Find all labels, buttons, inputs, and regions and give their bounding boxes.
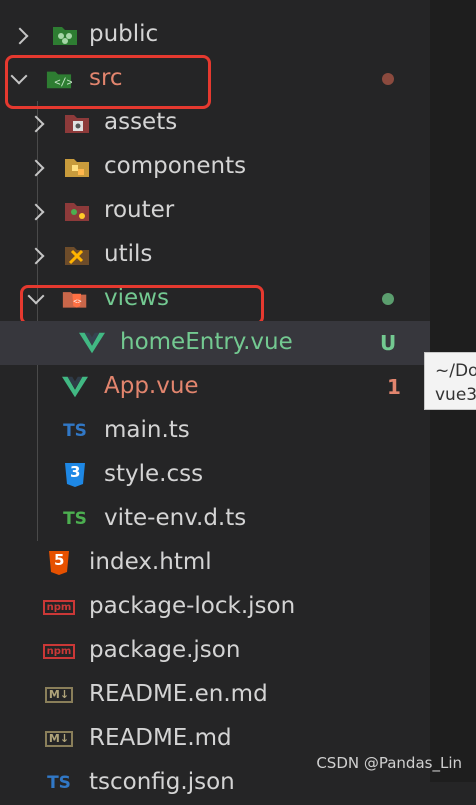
folder-assets-icon: [64, 110, 90, 136]
typescript-def-file-icon: TS: [63, 509, 87, 529]
tree-item-folder-router[interactable]: router: [0, 189, 430, 233]
markdown-file-icon: M↓: [44, 682, 74, 708]
modified-dot: [382, 73, 394, 85]
chevron-right-icon: [27, 159, 45, 177]
tree-item-label: tsconfig.json: [89, 769, 235, 795]
tree-item-file-homeentry-vue[interactable]: homeEntry.vue U: [0, 321, 430, 365]
tree-item-label: README.en.md: [89, 681, 268, 707]
tree-item-label: public: [89, 21, 159, 47]
tree-item-label: utils: [104, 241, 153, 267]
folder-router-icon: [64, 198, 90, 224]
tree-item-file-main-ts[interactable]: TS main.ts: [0, 409, 430, 453]
html-icon-glyph: 5: [54, 551, 65, 569]
tree-item-label: package-lock.json: [89, 593, 296, 619]
tree-item-label: package.json: [89, 637, 241, 663]
tree-item-label: components: [104, 153, 247, 179]
tree-item-file-package-json[interactable]: npm package.json: [0, 629, 430, 673]
tooltip-line: vue3: [435, 385, 476, 405]
tree-item-label: homeEntry.vue: [120, 329, 293, 355]
folder-components-icon: [64, 154, 90, 180]
markdown-file-icon: M↓: [44, 726, 74, 752]
git-status-badge: U: [380, 331, 397, 355]
tree-item-label: App.vue: [104, 373, 199, 399]
tree-item-folder-utils[interactable]: utils: [0, 233, 430, 277]
tree-item-label: main.ts: [104, 417, 190, 443]
tree-item-file-vite-env-d-ts[interactable]: TS vite-env.d.ts: [0, 497, 430, 541]
chevron-right-icon: [11, 27, 29, 45]
tooltip-line: ~/Do: [435, 361, 476, 381]
chevron-right-icon: [27, 203, 45, 221]
typescript-file-icon: TS: [63, 421, 87, 441]
npm-icon-text: npm: [42, 599, 76, 615]
tree-item-file-index-html[interactable]: index.html: [0, 541, 430, 585]
tree-item-file-style-css[interactable]: style.css: [0, 453, 430, 497]
tree-item-folder-assets[interactable]: assets: [0, 101, 430, 145]
tree-item-label: vite-env.d.ts: [104, 505, 247, 531]
tree-item-file-package-lock-json[interactable]: npm package-lock.json: [0, 585, 430, 629]
tree-item-label: README.md: [89, 725, 232, 751]
css-icon-glyph: 3: [70, 463, 81, 481]
watermark: CSDN @Pandas_Lin: [316, 754, 462, 772]
highlight-box-views: [20, 285, 264, 325]
vue-file-icon: [62, 374, 88, 400]
tree-item-label: style.css: [104, 461, 204, 487]
npm-icon-text: npm: [42, 643, 76, 659]
tree-item-file-app-vue[interactable]: App.vue 1: [0, 365, 430, 409]
typescript-config-icon: TS: [47, 773, 71, 793]
untracked-dot: [382, 293, 394, 305]
npm-file-icon: npm: [42, 594, 76, 620]
folder-public-icon: [52, 22, 78, 48]
path-tooltip: ~/Do vue3: [424, 352, 476, 410]
markdown-icon-text: M↓: [44, 731, 74, 747]
tree-item-folder-public[interactable]: public: [0, 13, 430, 57]
chevron-right-icon: [27, 247, 45, 265]
tree-item-label: router: [104, 197, 175, 223]
chevron-right-icon: [27, 115, 45, 133]
problem-count-badge: 1: [387, 375, 401, 399]
npm-file-icon: npm: [42, 638, 76, 664]
markdown-icon-text: M↓: [44, 687, 74, 703]
tree-item-label: index.html: [89, 549, 212, 575]
vue-file-icon: [79, 330, 105, 356]
tree-item-file-readme-en-md[interactable]: M↓ README.en.md: [0, 673, 430, 717]
tree-item-label: assets: [104, 109, 178, 135]
tree-item-folder-components[interactable]: components: [0, 145, 430, 189]
folder-utils-icon: [64, 242, 90, 268]
